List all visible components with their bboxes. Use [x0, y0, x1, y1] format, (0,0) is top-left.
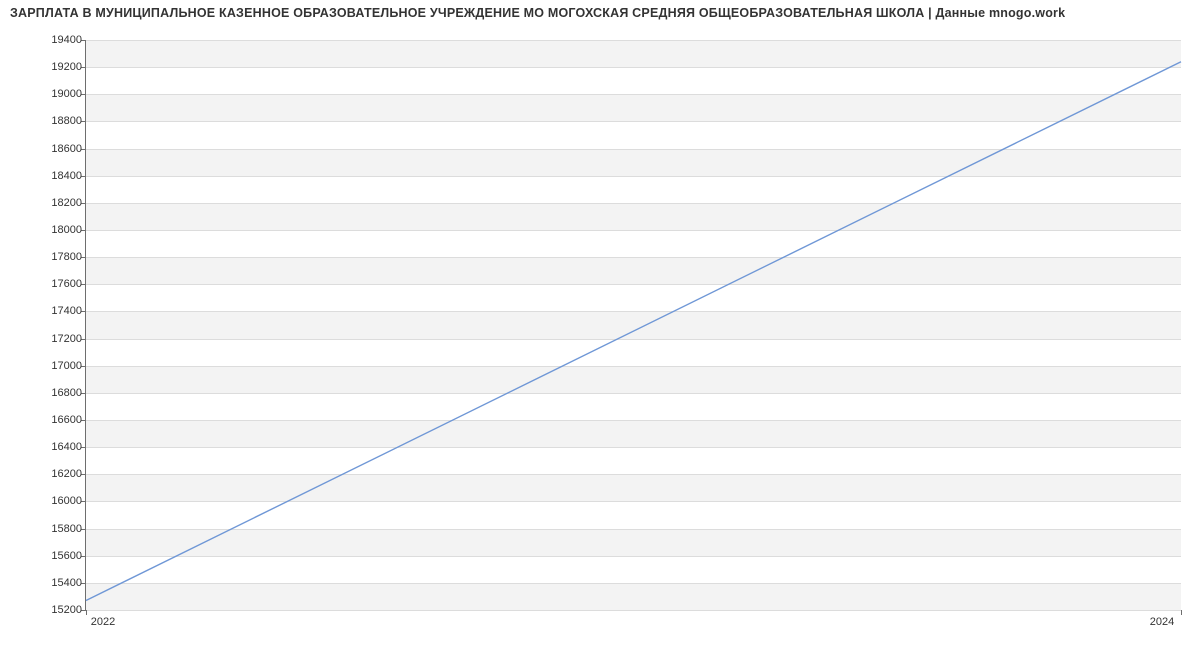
y-tick-label: 17000 — [51, 360, 82, 372]
y-tick-label: 17400 — [51, 305, 82, 317]
y-tick-label: 15200 — [51, 604, 82, 616]
series-line — [86, 62, 1181, 601]
y-tick-label: 18600 — [51, 143, 82, 155]
y-tick-label: 15400 — [51, 577, 82, 589]
x-tick-mark — [1181, 610, 1182, 615]
y-tick-label: 19200 — [51, 61, 82, 73]
line-layer — [86, 40, 1181, 610]
y-tick-label: 19000 — [51, 88, 82, 100]
y-tick-label: 17800 — [51, 251, 82, 263]
x-tick-label: 2022 — [91, 616, 115, 628]
y-tick-label: 17600 — [51, 278, 82, 290]
y-tick-label: 16200 — [51, 468, 82, 480]
y-tick-label: 16600 — [51, 414, 82, 426]
x-tick-label: 2024 — [1150, 616, 1174, 628]
y-tick-label: 15600 — [51, 550, 82, 562]
x-tick-mark — [86, 610, 87, 615]
y-tick-label: 18000 — [51, 224, 82, 236]
y-tick-label: 18800 — [51, 115, 82, 127]
y-tick-label: 17200 — [51, 333, 82, 345]
y-tick-label: 18200 — [51, 197, 82, 209]
y-tick-label: 15800 — [51, 523, 82, 535]
y-tick-label: 16000 — [51, 495, 82, 507]
y-gridline — [86, 610, 1181, 611]
y-tick-label: 16400 — [51, 441, 82, 453]
chart-title: ЗАРПЛАТА В МУНИЦИПАЛЬНОЕ КАЗЕННОЕ ОБРАЗО… — [10, 6, 1065, 20]
y-tick-label: 18400 — [51, 170, 82, 182]
y-tick-label: 19400 — [51, 34, 82, 46]
plot-area — [85, 40, 1181, 611]
chart-container: ЗАРПЛАТА В МУНИЦИПАЛЬНОЕ КАЗЕННОЕ ОБРАЗО… — [0, 0, 1200, 650]
y-tick-label: 16800 — [51, 387, 82, 399]
